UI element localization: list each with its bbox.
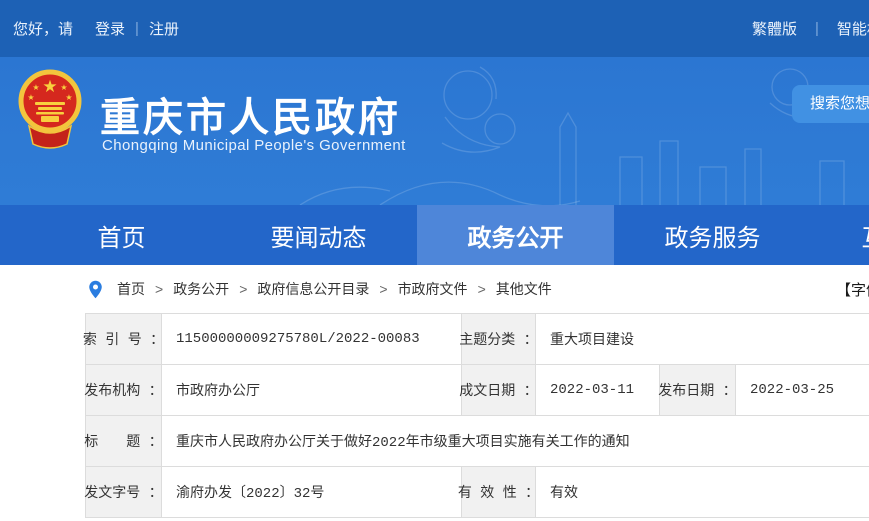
page: 您好，请 登录 | 注册 繁體版 | 智能机 [0,0,869,521]
nav-tab-gov-info[interactable]: 政务公开 [417,205,614,265]
language-links: 繁體版 | 智能机 [752,0,869,57]
nav-tab-interaction[interactable]: 互动交流 [811,205,869,265]
nav-tab-home[interactable]: 首页 [23,205,220,265]
nav-tab-gov-services[interactable]: 政务服务 [614,205,811,265]
validity-value: 有效 [536,467,869,517]
breadcrumb-separator: > [155,281,163,297]
svg-text:★: ★ [65,93,72,102]
table-row-title: 标 题 ： 重庆市人民政府办公厅关于做好2022年市级重大项目实施有关工作的通知 [86,416,869,467]
divider: | [815,20,819,37]
national-emblem-icon: ★ ★ ★ ★ ★ [17,68,83,154]
publish-date-label: 发布日期 ： [660,365,736,415]
breadcrumb-separator: > [239,281,247,297]
primary-nav: 首页 要闻动态 政务公开 政务服务 互动交流 [0,205,869,265]
nav-tab-news[interactable]: 要闻动态 [220,205,417,265]
issuing-agency-value: 市政府办公厅 [162,365,462,415]
location-pin-icon [88,280,103,299]
index-number-label: 索 引 号 ： [86,314,162,364]
topic-category-value: 重大项目建设 [536,314,869,364]
utility-bar: 您好，请 登录 | 注册 繁體版 | 智能机 [0,0,869,57]
divider: | [135,20,139,37]
publish-date-value: 2022-03-25 [736,365,869,415]
table-row-agency-dates: 发布机构 ： 市政府办公厅 成文日期 ： 2022-03-11 发布日期 ： 2… [86,365,869,416]
breadcrumb-separator: > [379,281,387,297]
svg-text:★: ★ [27,93,34,102]
breadcrumb-separator: > [478,281,486,297]
doc-number-value: 渝府办发〔2022〕32号 [162,467,462,517]
document-info-table: 索 引 号 ： 11500000009275780L/2022-00083 主题… [85,313,869,518]
account-links: 您好，请 登录 | 注册 [13,0,179,57]
traditional-chinese-link[interactable]: 繁體版 [752,18,797,39]
search-button[interactable]: 搜索您想 [792,85,869,123]
login-link[interactable]: 登录 [95,18,125,39]
register-link[interactable]: 注册 [149,18,179,39]
document-title-value: 重庆市人民政府办公厅关于做好2022年市级重大项目实施有关工作的通知 [162,416,869,466]
topic-category-label: 主题分类 ： [462,314,536,364]
breadcrumb-info-directory[interactable]: 政府信息公开目录 [257,279,369,299]
breadcrumb-other-files[interactable]: 其他文件 [496,279,552,299]
font-size-control[interactable]: 【字体 [836,279,869,300]
svg-text:★: ★ [60,83,67,92]
site-header: ★ ★ ★ ★ ★ 重庆市人民政府 Chongqing Municipal Pe… [0,57,869,205]
breadcrumb: 首页 > 政务公开 > 政府信息公开目录 > 市政府文件 > 其他文件 【字体 [0,265,869,313]
site-title: 重庆市人民政府 [100,85,401,143]
written-date-label: 成文日期 ： [462,365,536,415]
written-date-value: 2022-03-11 [536,365,660,415]
validity-label: 有 效 性 ： [462,467,536,517]
svg-text:★: ★ [42,77,57,96]
breadcrumb-gov-info[interactable]: 政务公开 [173,279,229,299]
svg-text:★: ★ [32,83,39,92]
breadcrumb-city-gov-files[interactable]: 市政府文件 [398,279,468,299]
index-number-value: 11500000009275780L/2022-00083 [162,314,462,364]
document-title-label: 标 题 ： [86,416,162,466]
site-subtitle-en: Chongqing Municipal People's Government [102,137,406,154]
breadcrumb-home[interactable]: 首页 [117,279,145,299]
table-row-index: 索 引 号 ： 11500000009275780L/2022-00083 主题… [86,314,869,365]
issuing-agency-label: 发布机构 ： [86,365,162,415]
smart-service-link[interactable]: 智能机 [837,18,869,39]
table-row-number-validity: 发文字号 ： 渝府办发〔2022〕32号 有 效 性 ： 有效 [86,467,869,518]
greeting-text: 您好，请 [13,18,73,39]
doc-number-label: 发文字号 ： [86,467,162,517]
